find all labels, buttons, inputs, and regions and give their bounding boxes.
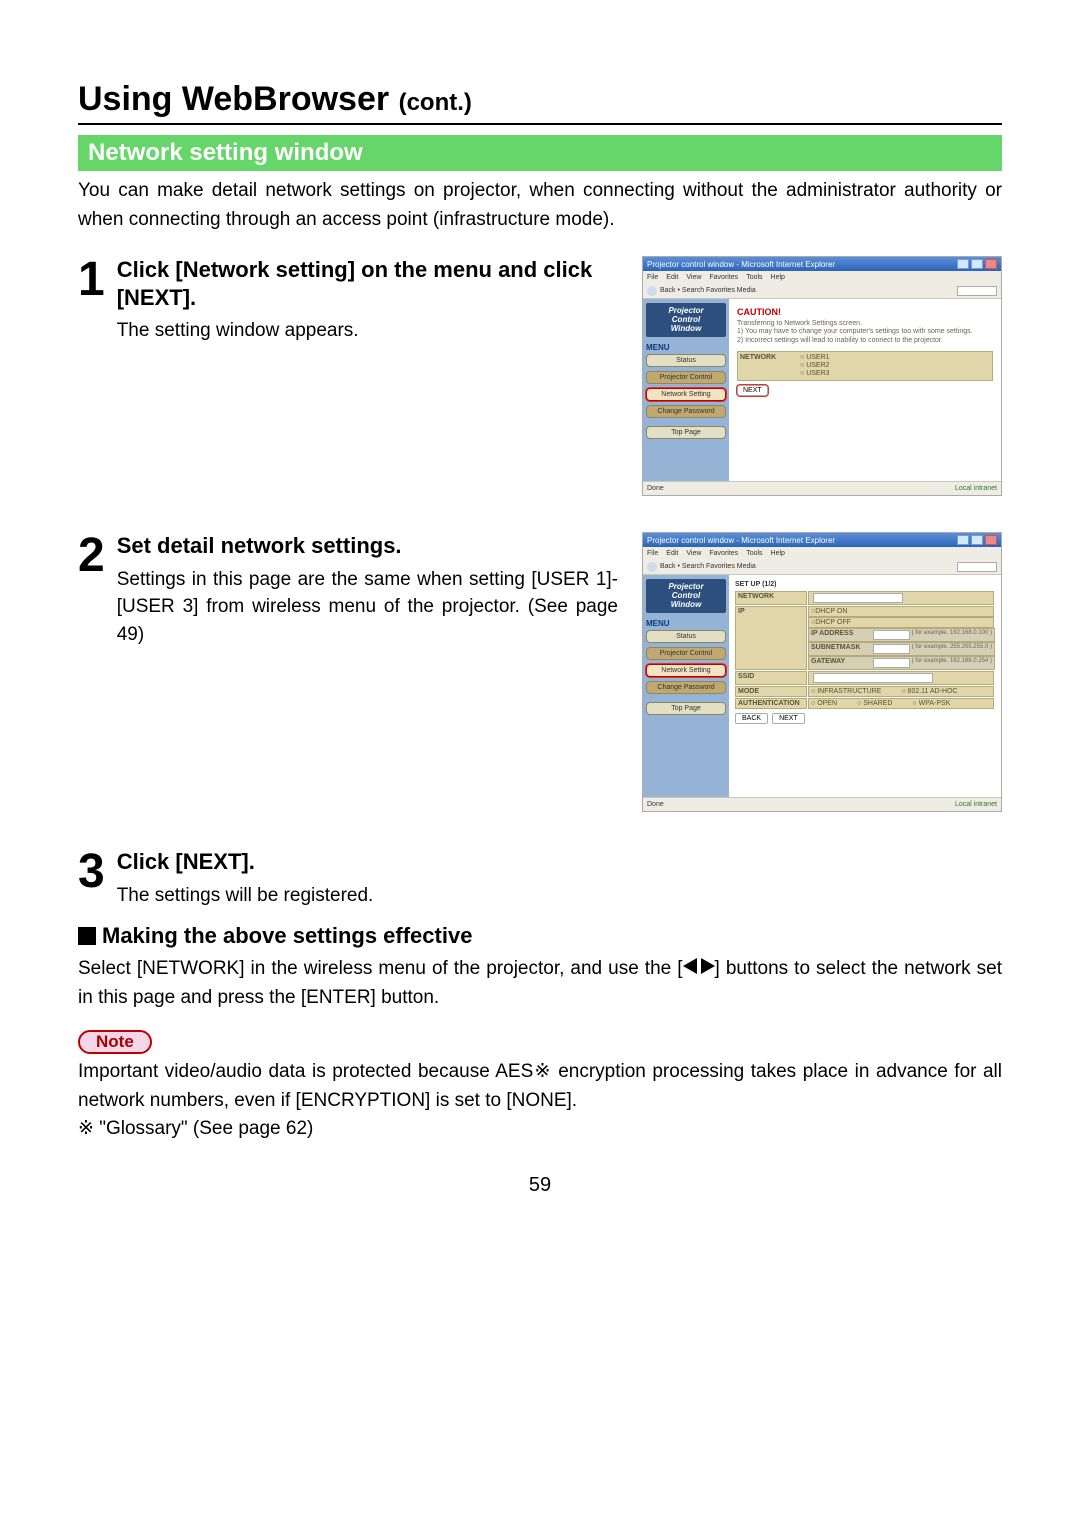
title-rule [78, 123, 1002, 125]
step-3: 3 Click [NEXT]. The settings will be reg… [78, 848, 1002, 909]
ss2-next-button: NEXT [772, 713, 805, 724]
step-3-heading: Click [NEXT]. [117, 848, 1002, 876]
minimize-icon [957, 535, 969, 545]
step-2-number: 2 [78, 532, 105, 580]
step-1-body: The setting window appears. [117, 317, 618, 345]
page-title: Using WebBrowser (cont.) [78, 80, 1002, 119]
ss1-menu-label: MENU [646, 343, 726, 352]
ss2-menubar: FileEditViewFavoritesToolsHelp [643, 547, 1001, 559]
ss2-btn-top-page: Top Page [646, 702, 726, 715]
step-2-body: Settings in this page are the same when … [117, 566, 618, 649]
back-icon [647, 562, 657, 572]
close-icon [985, 535, 997, 545]
subheading-body: Select [NETWORK] in the wireless menu of… [78, 955, 1002, 1012]
step-1-number: 1 [78, 256, 105, 304]
ss1-next-button: NEXT [737, 385, 768, 396]
ss1-caution: CAUTION! [737, 307, 993, 317]
ss2-setup-title: SET UP (1/2) [735, 581, 995, 588]
ss1-btn-status: Status [646, 354, 726, 367]
arrow-left-icon [683, 958, 697, 974]
ss2-status-zone: Local intranet [955, 801, 997, 808]
ss2-back-button: BACK [735, 713, 768, 724]
ss1-status-zone: Local intranet [955, 485, 997, 492]
square-bullet-icon [78, 927, 96, 945]
intro-text: You can make detail network settings on … [78, 177, 1002, 234]
ss1-window-title: Projector control window - Microsoft Int… [647, 260, 835, 269]
address-field [957, 562, 997, 572]
subheading-text: Making the above settings effective [102, 923, 472, 949]
ss2-banner: Projector Control Window [646, 579, 726, 613]
step-3-body: The settings will be registered. [117, 882, 1002, 910]
ss1-btn-projector-control: Projector Control [646, 371, 726, 384]
ss2-window-buttons [955, 535, 997, 545]
ss1-btn-network-setting: Network Setting [646, 388, 726, 401]
address-field [957, 286, 997, 296]
ss2-btn-network-setting: Network Setting [646, 664, 726, 677]
note-body: Important video/audio data is protected … [78, 1058, 1002, 1115]
ss1-sidebar: Projector Control Window MENU Status Pro… [643, 299, 729, 481]
section-header: Network setting window [78, 135, 1002, 171]
step-2-heading: Set detail network settings. [117, 532, 618, 560]
step-3-number: 3 [78, 848, 105, 896]
maximize-icon [971, 259, 983, 269]
ss1-warning: Transferring to Network Settings screen.… [737, 320, 993, 345]
ss1-toolbar: Back • Search Favorites Media [643, 283, 1001, 299]
ss1-window-buttons [955, 259, 997, 269]
step-1: 1 Click [Network setting] on the menu an… [78, 256, 1002, 496]
back-icon [647, 286, 657, 296]
page-number: 59 [78, 1174, 1002, 1197]
title-main: Using WebBrowser [78, 80, 389, 118]
note-chip: Note [78, 1030, 152, 1054]
screenshot-2: Projector control window - Microsoft Int… [642, 532, 1002, 812]
ss1-btn-change-password: Change Password [646, 405, 726, 418]
ss2-main: SET UP (1/2) NETWORK IP ○ DHCP ON ○ DHCP… [729, 575, 1001, 797]
ss1-network-row: NETWORK ○ USER1 ○ USER2 ○ USER3 [737, 351, 993, 381]
step-1-heading: Click [Network setting] on the menu and … [117, 256, 618, 311]
ss1-banner: Projector Control Window [646, 303, 726, 337]
ss2-status-done: Done [647, 801, 664, 808]
screenshot-1: Projector control window - Microsoft Int… [642, 256, 1002, 496]
step-2: 2 Set detail network settings. Settings … [78, 532, 1002, 812]
ss1-main: CAUTION! Transferring to Network Setting… [729, 299, 1001, 481]
ss2-btn-status: Status [646, 630, 726, 643]
maximize-icon [971, 535, 983, 545]
title-suffix: cont. [407, 89, 464, 116]
ss2-sidebar: Projector Control Window MENU Status Pro… [643, 575, 729, 797]
subheading: Making the above settings effective [78, 923, 1002, 949]
glossary-ref: ※ "Glossary" (See page 62) [78, 1115, 1002, 1144]
ss2-btn-projector-control: Projector Control [646, 647, 726, 660]
close-icon [985, 259, 997, 269]
ss2-window-title: Projector control window - Microsoft Int… [647, 536, 835, 545]
ss1-status-done: Done [647, 485, 664, 492]
ss1-btn-top-page: Top Page [646, 426, 726, 439]
minimize-icon [957, 259, 969, 269]
arrow-right-icon [701, 958, 715, 974]
ss2-menu-label: MENU [646, 619, 726, 628]
ss1-menubar: FileEditViewFavoritesToolsHelp [643, 271, 1001, 283]
ss2-toolbar: Back • Search Favorites Media [643, 559, 1001, 575]
ss2-btn-change-password: Change Password [646, 681, 726, 694]
